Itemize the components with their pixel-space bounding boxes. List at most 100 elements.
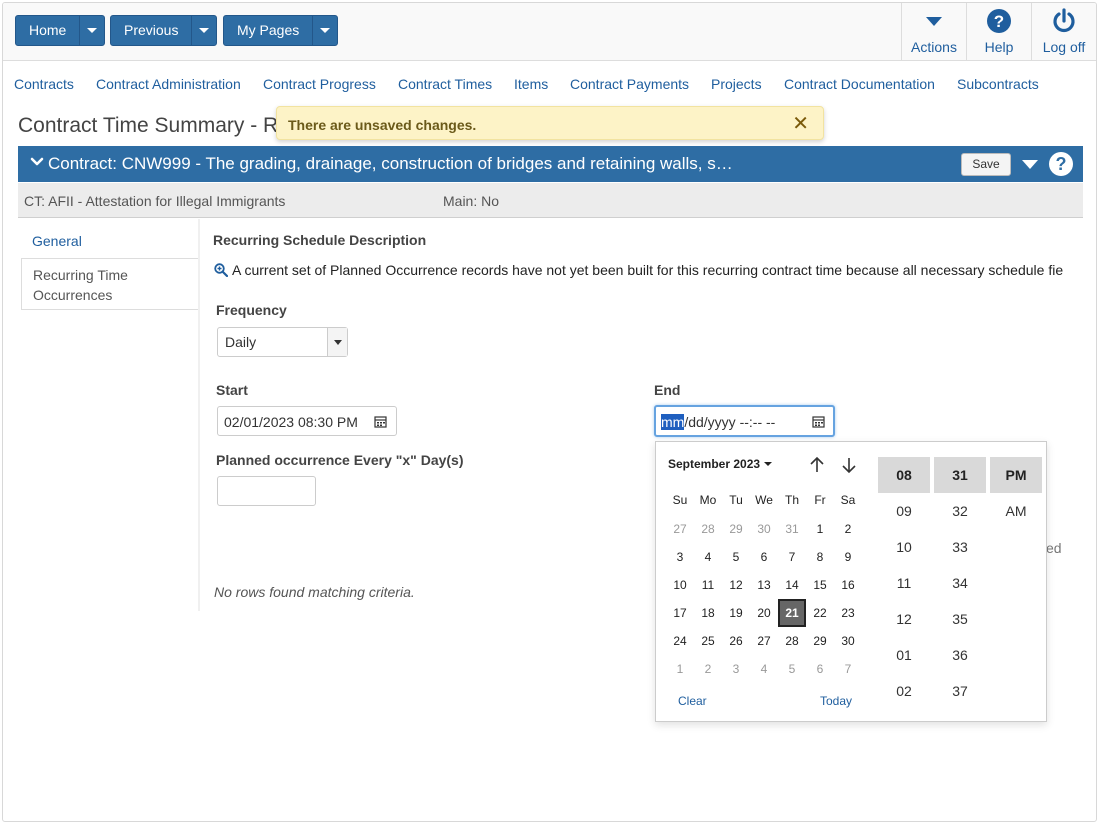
- calendar-day[interactable]: 13: [750, 571, 778, 599]
- calendar-day[interactable]: 30: [750, 515, 778, 543]
- end-month-segment[interactable]: mm: [661, 414, 685, 430]
- nav-contract-progress[interactable]: Contract Progress: [263, 76, 376, 92]
- calendar-day[interactable]: 3: [666, 543, 694, 571]
- calendar-day[interactable]: 27: [666, 515, 694, 543]
- calendar-day[interactable]: 17: [666, 599, 694, 627]
- hour-option[interactable]: 12: [878, 601, 930, 637]
- frequency-dropdown-button[interactable]: [327, 328, 347, 356]
- calendar-day[interactable]: 7: [834, 655, 862, 683]
- frequency-select[interactable]: Daily: [217, 327, 348, 357]
- zoom-in-icon[interactable]: [214, 263, 228, 277]
- component-dropdown-button[interactable]: [1022, 160, 1038, 169]
- calendar-day[interactable]: 29: [722, 515, 750, 543]
- help-button[interactable]: ? Help: [966, 3, 1031, 60]
- calendar-day[interactable]: 14: [778, 571, 806, 599]
- calendar-day[interactable]: 11: [694, 571, 722, 599]
- tab-general[interactable]: General: [21, 233, 198, 249]
- ampm-option[interactable]: AM: [990, 493, 1042, 529]
- calendar-icon[interactable]: [374, 415, 387, 428]
- calendar-day[interactable]: 18: [694, 599, 722, 627]
- calendar-day[interactable]: 8: [806, 543, 834, 571]
- calendar-day[interactable]: 30: [834, 627, 862, 655]
- previous-split-button[interactable]: Previous: [110, 15, 218, 46]
- nav-subcontracts[interactable]: Subcontracts: [957, 76, 1039, 92]
- calendar-day[interactable]: 1: [666, 655, 694, 683]
- calendar-day[interactable]: 10: [666, 571, 694, 599]
- calendar-day[interactable]: 31: [778, 515, 806, 543]
- nav-contract-times[interactable]: Contract Times: [398, 76, 492, 92]
- calendar-day[interactable]: 1: [806, 515, 834, 543]
- calendar-day[interactable]: 24: [666, 627, 694, 655]
- minute-option[interactable]: 36: [934, 637, 986, 673]
- minute-option[interactable]: 35: [934, 601, 986, 637]
- calendar-day[interactable]: 6: [750, 543, 778, 571]
- clear-button[interactable]: Clear: [678, 694, 707, 708]
- previous-button[interactable]: Previous: [111, 16, 193, 45]
- every-x-days-input[interactable]: [217, 476, 316, 506]
- minute-option[interactable]: 31: [934, 457, 986, 493]
- calendar-day[interactable]: 4: [750, 655, 778, 683]
- calendar-day[interactable]: 27: [750, 627, 778, 655]
- calendar-day[interactable]: 20: [750, 599, 778, 627]
- minute-option[interactable]: 37: [934, 673, 986, 709]
- calendar-day[interactable]: 9: [834, 543, 862, 571]
- calendar-day[interactable]: 16: [834, 571, 862, 599]
- arrow-down-icon[interactable]: [840, 456, 858, 474]
- ampm-option[interactable]: PM: [990, 457, 1042, 493]
- end-datetime-input[interactable]: mm/dd/yyyy --:-- --: [654, 405, 835, 437]
- log-off-button[interactable]: Log off: [1031, 3, 1096, 60]
- nav-projects[interactable]: Projects: [711, 76, 762, 92]
- minute-option[interactable]: 34: [934, 565, 986, 601]
- calendar-day[interactable]: 2: [834, 515, 862, 543]
- nav-items[interactable]: Items: [514, 76, 548, 92]
- minute-option[interactable]: 32: [934, 493, 986, 529]
- nav-contract-administration[interactable]: Contract Administration: [96, 76, 241, 92]
- calendar-day[interactable]: 3: [722, 655, 750, 683]
- calendar-icon[interactable]: [812, 415, 825, 428]
- chevron-down-icon[interactable]: [30, 156, 44, 168]
- nav-contract-payments[interactable]: Contract Payments: [570, 76, 689, 92]
- my-pages-dropdown-caret[interactable]: [313, 16, 337, 45]
- calendar-day[interactable]: 28: [778, 627, 806, 655]
- hour-option[interactable]: 11: [878, 565, 930, 601]
- calendar-day[interactable]: 26: [722, 627, 750, 655]
- actions-button[interactable]: Actions: [901, 3, 966, 60]
- help-circle-icon[interactable]: ?: [1049, 152, 1073, 176]
- tab-recurring-time-occurrences[interactable]: Recurring Time Occurrences: [21, 258, 198, 310]
- home-dropdown-caret[interactable]: [80, 16, 104, 45]
- calendar-day[interactable]: 25: [694, 627, 722, 655]
- today-button[interactable]: Today: [820, 694, 852, 708]
- hour-option[interactable]: 09: [878, 493, 930, 529]
- hour-option[interactable]: 10: [878, 529, 930, 565]
- close-icon[interactable]: ✕: [792, 114, 809, 134]
- calendar-day[interactable]: 7: [778, 543, 806, 571]
- home-button[interactable]: Home: [16, 16, 81, 45]
- calendar-day[interactable]: 22: [806, 599, 834, 627]
- arrow-up-icon[interactable]: [808, 456, 826, 474]
- nav-contract-documentation[interactable]: Contract Documentation: [784, 76, 935, 92]
- calendar-day[interactable]: 23: [834, 599, 862, 627]
- save-button[interactable]: Save: [961, 153, 1011, 176]
- calendar-day[interactable]: 4: [694, 543, 722, 571]
- calendar-day[interactable]: 21: [778, 599, 806, 627]
- hour-option[interactable]: 02: [878, 673, 930, 709]
- hour-option[interactable]: 08: [878, 457, 930, 493]
- calendar-day[interactable]: 28: [694, 515, 722, 543]
- previous-dropdown-caret[interactable]: [192, 16, 216, 45]
- home-split-button[interactable]: Home: [15, 15, 106, 46]
- calendar-day[interactable]: 19: [722, 599, 750, 627]
- my-pages-split-button[interactable]: My Pages: [223, 15, 339, 46]
- calendar-day[interactable]: 5: [722, 543, 750, 571]
- calendar-day[interactable]: 6: [806, 655, 834, 683]
- my-pages-button[interactable]: My Pages: [224, 16, 314, 45]
- minute-option[interactable]: 33: [934, 529, 986, 565]
- month-year-selector[interactable]: September 2023: [668, 457, 773, 471]
- nav-contracts[interactable]: Contracts: [14, 76, 74, 92]
- calendar-day[interactable]: 29: [806, 627, 834, 655]
- calendar-day[interactable]: 15: [806, 571, 834, 599]
- calendar-day[interactable]: 5: [778, 655, 806, 683]
- start-datetime-input[interactable]: 02/01/2023 08:30 PM: [217, 406, 397, 436]
- calendar-day[interactable]: 2: [694, 655, 722, 683]
- contract-header[interactable]: Contract: CNW999 - The grading, drainage…: [18, 146, 1083, 182]
- calendar-day[interactable]: 12: [722, 571, 750, 599]
